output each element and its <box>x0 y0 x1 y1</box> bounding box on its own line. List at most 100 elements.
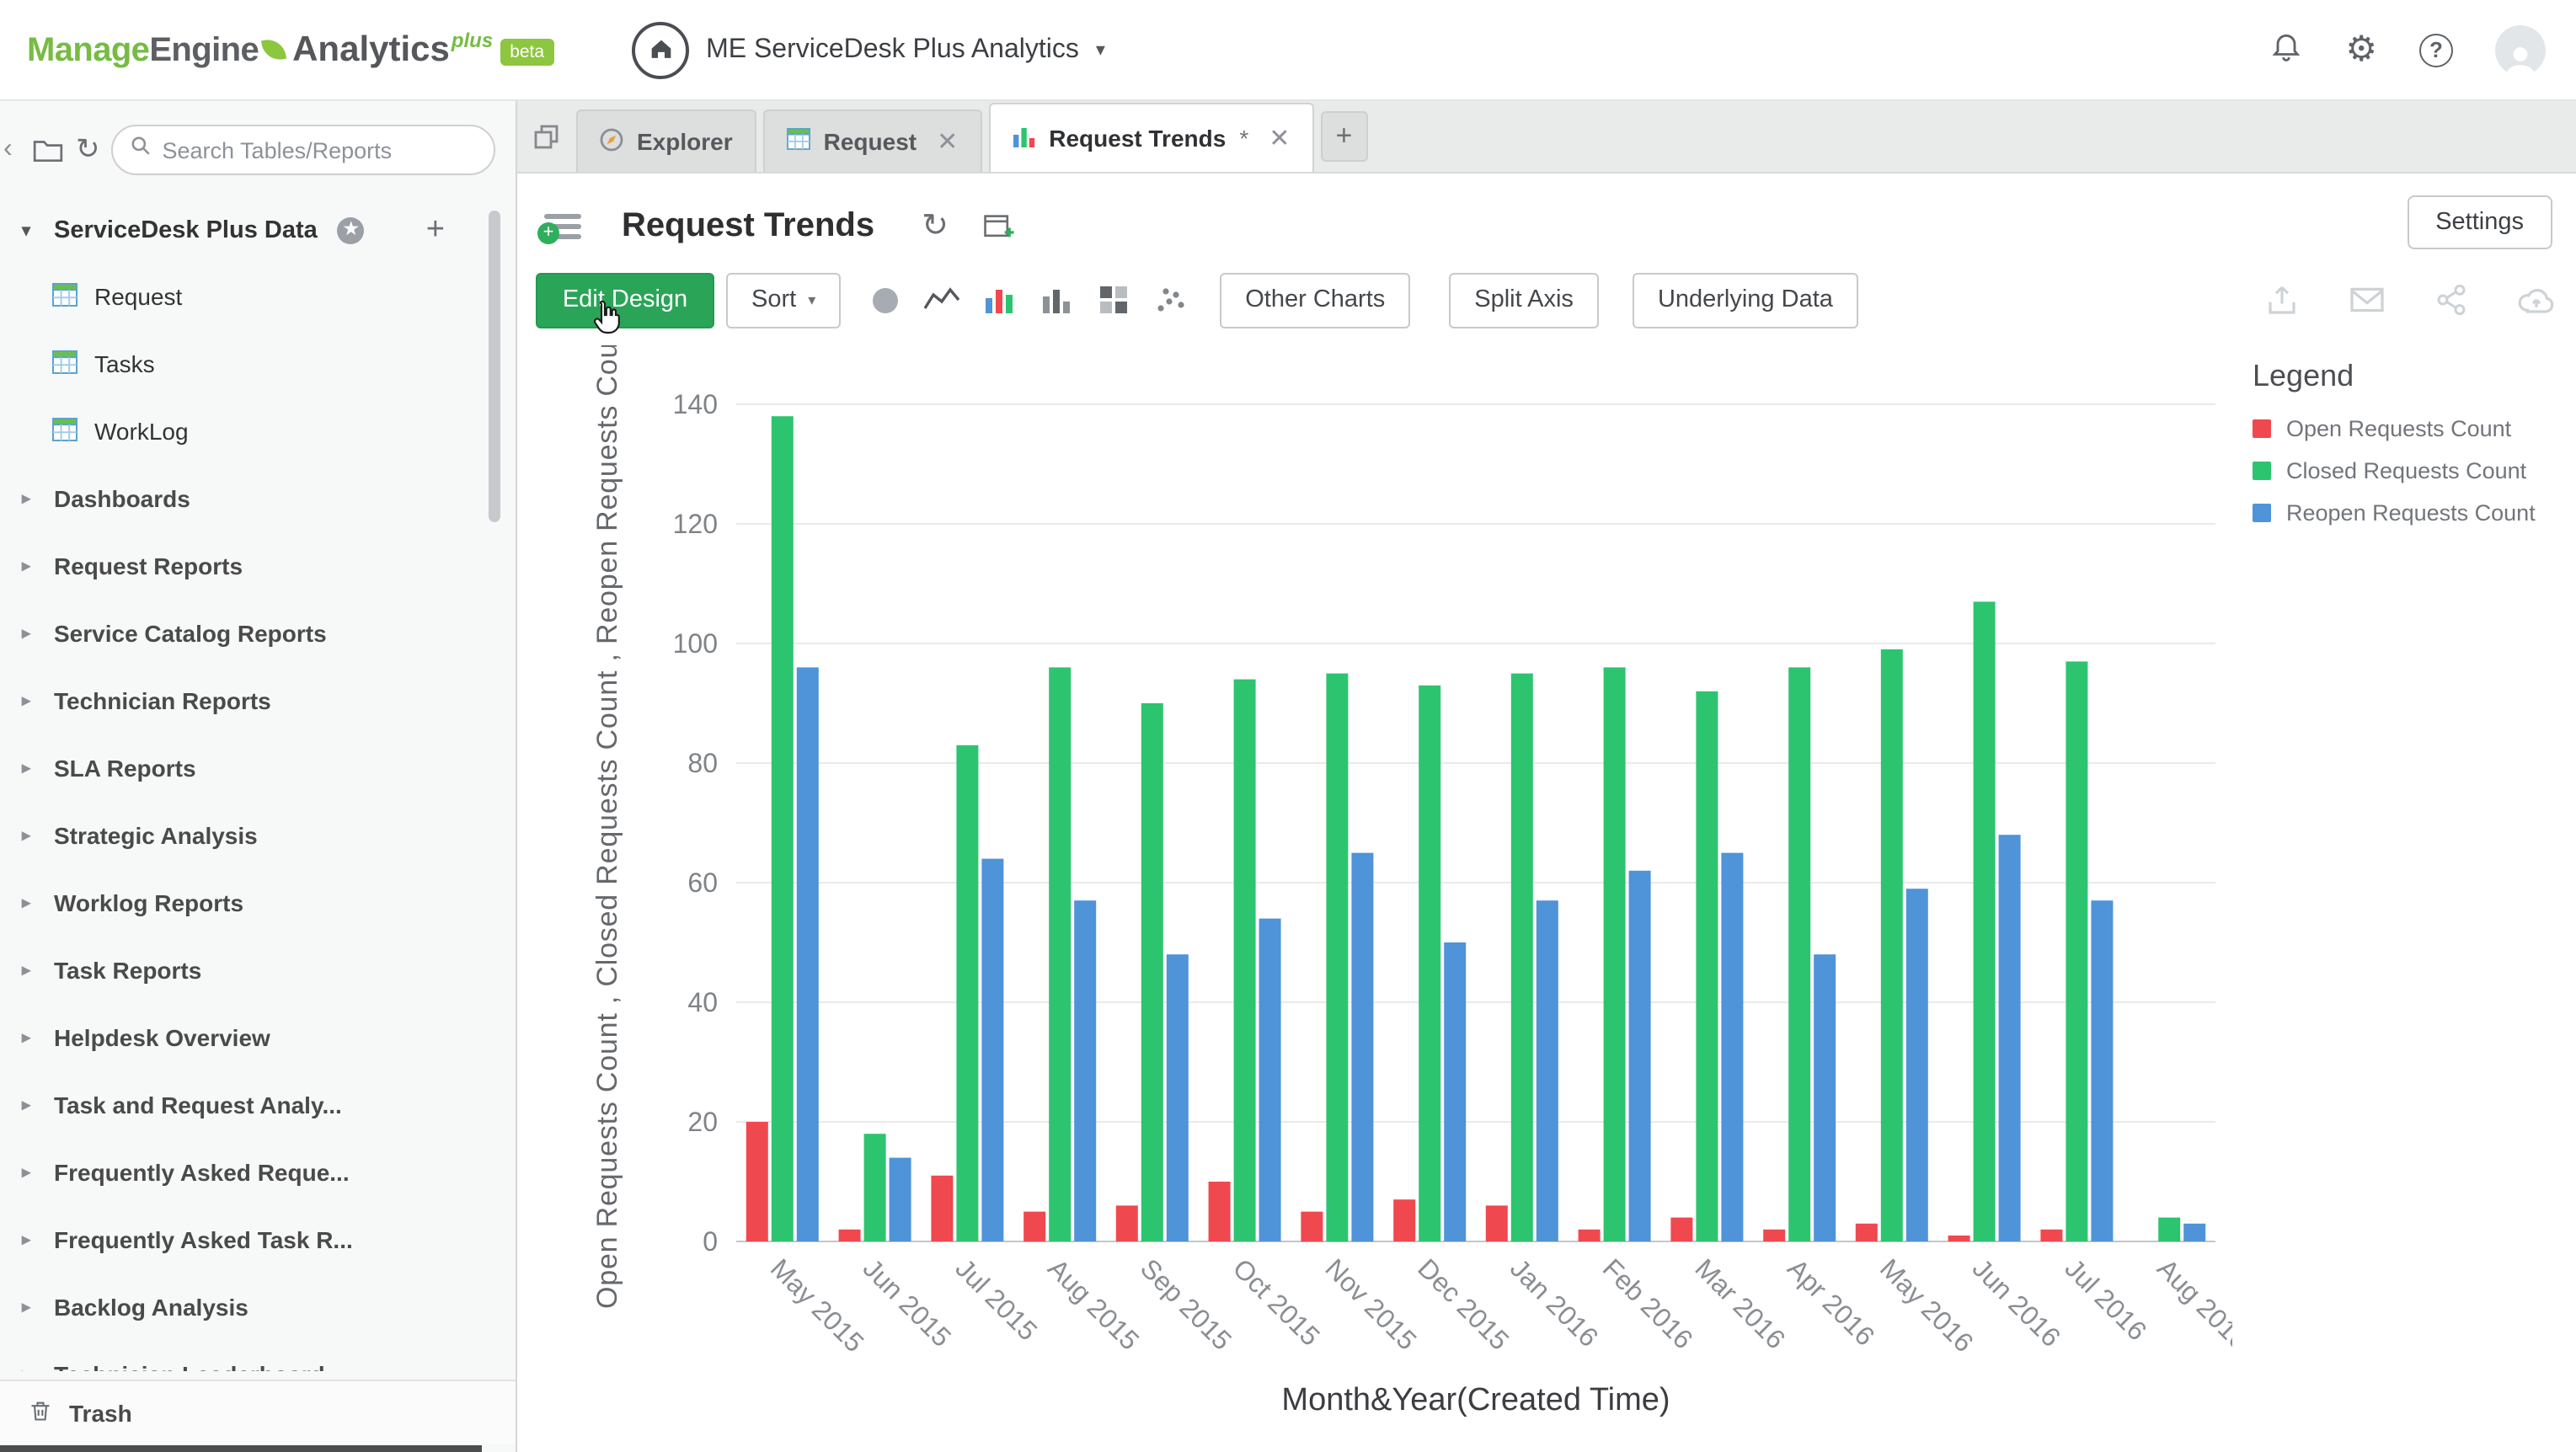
cloud-upload-icon[interactable] <box>2517 285 2556 315</box>
scatter-chart-icon-button[interactable] <box>1142 272 1200 328</box>
legend-label: Closed Requests Count <box>2286 458 2526 483</box>
folder-label: Helpdesk Overview <box>54 1024 270 1051</box>
sidebar-scrollbar[interactable] <box>489 211 500 522</box>
export-actions <box>2264 271 2556 328</box>
bar-chart-icon-button[interactable] <box>970 272 1028 328</box>
folder-icon[interactable] <box>32 136 64 163</box>
folder-label: SLA Reports <box>54 755 196 782</box>
new-tab-button[interactable]: + <box>1320 111 1367 162</box>
underlying-data-button[interactable]: Underlying Data <box>1633 272 1858 328</box>
close-icon[interactable]: ✕ <box>937 126 958 157</box>
sidebar-item-technician-leaderboard[interactable]: ▸Technician Leaderboard <box>0 1341 516 1371</box>
folder-label: Service Catalog Reports <box>54 620 327 647</box>
report-tree: ▾ ServiceDesk Plus Data ★ + Request Tasks… <box>0 199 516 1371</box>
svg-text:Dec 2015: Dec 2015 <box>1412 1252 1515 1355</box>
avatar[interactable] <box>2495 24 2546 75</box>
sidebar-item-worklog-reports[interactable]: ▸Worklog Reports <box>0 869 516 937</box>
svg-text:Jul 2016: Jul 2016 <box>2059 1252 2152 1346</box>
sidebar-item-service-catalog-reports[interactable]: ▸ Service Catalog Reports <box>0 600 516 667</box>
beta-badge: beta <box>500 38 554 65</box>
sidebar-item-sla-reports[interactable]: ▸ SLA Reports <box>0 734 516 802</box>
trend-bar-chart: 020406080100120140Open Requests Count , … <box>573 345 2232 1449</box>
email-icon[interactable] <box>2349 285 2386 315</box>
sidebar-item-request[interactable]: Request <box>0 263 516 330</box>
export-icon[interactable] <box>2264 282 2300 318</box>
expand-icon: ▸ <box>22 1230 40 1249</box>
collapse-sidebar-icon[interactable]: ‹ <box>3 135 20 165</box>
sidebar-item-servicedesk-plus-data[interactable]: ▾ ServiceDesk Plus Data ★ + <box>0 199 516 263</box>
sidebar-item-strategic-analysis[interactable]: ▸Strategic Analysis <box>0 802 516 869</box>
sidebar-item-task-reports[interactable]: ▸Task Reports <box>0 937 516 1004</box>
sidebar-horizontal-scrollbar[interactable] <box>0 1445 482 1452</box>
collapse-icon[interactable]: ▾ <box>22 222 40 240</box>
folder-label: Dashboards <box>54 485 190 512</box>
table-label: Request <box>94 283 182 310</box>
split-axis-button[interactable]: Split Axis <box>1449 272 1599 328</box>
sidebar-item-task-and-request-analy[interactable]: ▸Task and Request Analy... <box>0 1071 516 1139</box>
sidebar-item-dashboards[interactable]: ▸Dashboards <box>0 465 516 532</box>
folder-label: Task Reports <box>54 957 201 984</box>
notifications-bell-icon[interactable] <box>2269 29 2303 71</box>
legend-item-open-requests-count[interactable]: Open Requests Count <box>2253 416 2576 441</box>
bar-chart-alt-icon-button[interactable] <box>1028 272 1085 328</box>
refresh-report-icon[interactable]: ↻ <box>922 206 949 245</box>
sidebar-item-worklog[interactable]: WorkLog <box>0 398 516 465</box>
expand-icon: ▸ <box>22 557 40 575</box>
sidebar-item-frequently-asked-task-r[interactable]: ▸Frequently Asked Task R... <box>0 1206 516 1273</box>
expand-icon: ▸ <box>22 624 40 643</box>
expand-icon: ▸ <box>22 759 40 777</box>
tab-request[interactable]: Request ✕ <box>763 109 982 172</box>
svg-text:Aug 2015: Aug 2015 <box>1042 1252 1145 1355</box>
top-bar: ManageEngine Analytics plus beta ME Serv… <box>0 0 2576 101</box>
sidebar-item-tasks[interactable]: Tasks <box>0 330 516 398</box>
svg-text:Jan 2016: Jan 2016 <box>1504 1252 1605 1353</box>
restore-panels-icon[interactable] <box>534 124 559 149</box>
sidebar-item-frequently-asked-reque[interactable]: ▸Frequently Asked Reque... <box>0 1139 516 1206</box>
svg-text:Jul 2015: Jul 2015 <box>949 1252 1043 1346</box>
help-icon[interactable]: ? <box>2419 33 2453 67</box>
gear-icon[interactable]: ⚙ <box>2345 32 2377 67</box>
pie-chart-icon-button[interactable] <box>856 272 913 328</box>
table-icon <box>52 350 77 378</box>
header-actions: ⚙ ? <box>2269 24 2546 75</box>
table-icon <box>787 128 810 155</box>
svg-text:Open Requests Count , Closed R: Open Requests Count , Closed Requests Co… <box>591 345 623 1309</box>
home-icon <box>632 21 689 78</box>
workspace-switcher[interactable]: ME ServiceDesk Plus Analytics ▾ <box>632 21 1105 78</box>
tab-explorer[interactable]: Explorer <box>576 109 756 172</box>
trash-label: Trash <box>69 1399 132 1426</box>
stacked-chart-icon-button[interactable] <box>1085 272 1142 328</box>
search-input[interactable] <box>163 137 478 163</box>
edit-design-button[interactable]: Edit Design <box>536 272 714 328</box>
sidebar-item-technician-reports[interactable]: ▸ Technician Reports <box>0 667 516 734</box>
sidebar-item-trash[interactable]: Trash <box>0 1380 516 1444</box>
report-panel: + Request Trends ↻ Settings Edit Design … <box>517 173 2576 1452</box>
svg-text:60: 60 <box>687 867 718 898</box>
expand-icon: ▸ <box>22 691 40 710</box>
sidebar-folders: ▸Dashboards▸Request Reports▸Service Cata… <box>0 465 516 1371</box>
sidebar-item-backlog-analysis[interactable]: ▸Backlog Analysis <box>0 1273 516 1341</box>
sidebar-search[interactable] <box>112 125 496 175</box>
sort-button[interactable]: Sort ▾ <box>726 272 841 328</box>
view-menu-add-icon[interactable]: + <box>544 209 585 243</box>
legend-item-closed-requests-count[interactable]: Closed Requests Count <box>2253 458 2576 483</box>
chart-legend: Legend Open Requests CountClosed Request… <box>2253 359 2576 542</box>
tab-request-trends[interactable]: Request Trends * ✕ <box>988 103 1313 172</box>
refresh-tree-icon[interactable]: ↻ <box>76 133 100 167</box>
other-charts-button[interactable]: Other Charts <box>1220 272 1410 328</box>
legend-item-reopen-requests-count[interactable]: Reopen Requests Count <box>2253 500 2576 526</box>
add-report-button[interactable]: + <box>426 212 445 249</box>
chevron-down-icon: ▾ <box>1096 39 1105 61</box>
workspace-name: ME ServiceDesk Plus Analytics <box>706 35 1079 65</box>
folder-label: Backlog Analysis <box>54 1294 249 1321</box>
folder-label: Technician Reports <box>54 687 271 714</box>
legend-swatch <box>2253 419 2271 438</box>
close-icon[interactable]: ✕ <box>1269 123 1290 153</box>
svg-text:100: 100 <box>673 628 718 659</box>
line-chart-icon-button[interactable] <box>913 272 970 328</box>
share-icon[interactable] <box>2434 283 2468 317</box>
sidebar-item-request-reports[interactable]: ▸Request Reports <box>0 532 516 600</box>
new-view-icon[interactable] <box>982 211 1014 240</box>
sidebar-item-helpdesk-overview[interactable]: ▸Helpdesk Overview <box>0 1004 516 1071</box>
settings-button[interactable]: Settings <box>2407 195 2552 249</box>
